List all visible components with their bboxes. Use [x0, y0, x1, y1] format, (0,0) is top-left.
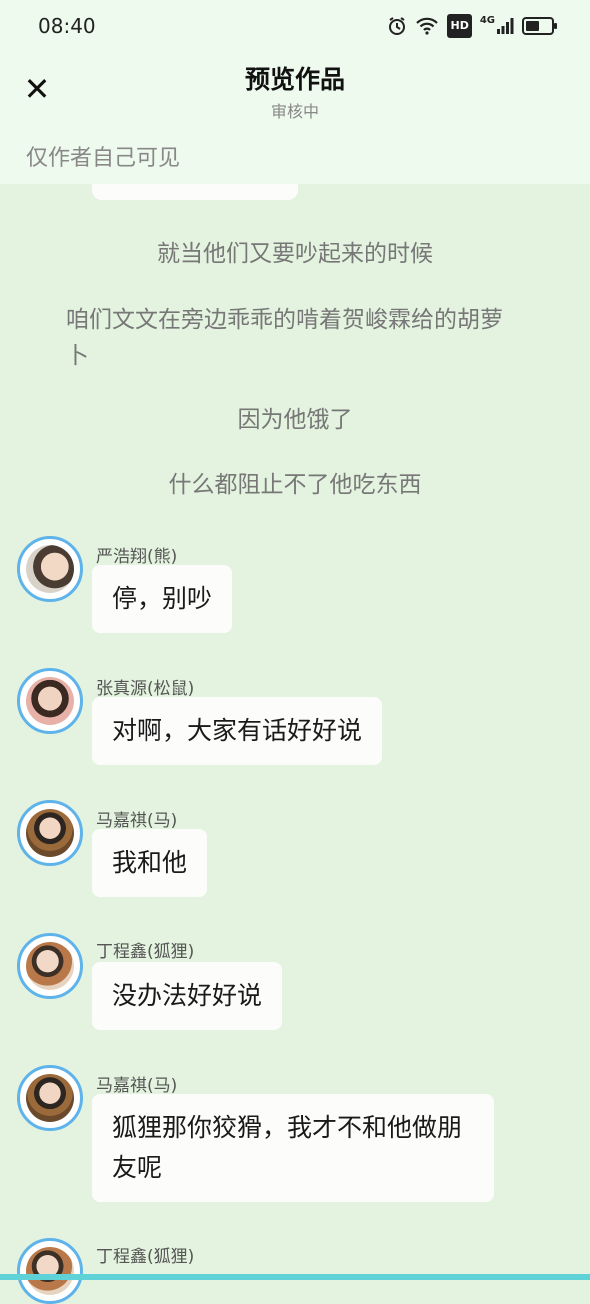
- message-bubble[interactable]: 停，别吵: [92, 565, 233, 633]
- message-bubble[interactable]: 狐狸那你狡猾，我才不和他做朋友呢: [92, 1094, 494, 1202]
- sender-name: 马嘉祺(马): [96, 1076, 178, 1096]
- sender-name: 张真源(松鼠): [96, 679, 195, 699]
- sender-name: 马嘉祺(马): [96, 811, 178, 831]
- avatar[interactable]: [17, 536, 83, 602]
- message-bubble[interactable]: 没办法好好说: [92, 962, 283, 1030]
- top-bar: 08:40 HD 4G ✕ 预览作品 审核中 仅作者自己可见: [0, 0, 590, 184]
- avatar[interactable]: [17, 933, 83, 999]
- status-time: 08:40: [38, 14, 96, 38]
- narration-line: 什么都阻止不了他吃东西: [168, 472, 422, 498]
- avatar[interactable]: [17, 668, 83, 734]
- bottom-indicator: [0, 1274, 590, 1280]
- review-status: 审核中: [270, 102, 319, 121]
- sender-name: 严浩翔(熊): [96, 547, 178, 567]
- hd-icon: HD: [447, 14, 472, 38]
- message-bubble[interactable]: 对啊，大家有话好好说: [92, 697, 383, 765]
- battery-icon: [522, 15, 557, 37]
- alarm-icon: [387, 15, 407, 37]
- sender-name: 丁程鑫(狐狸): [96, 942, 195, 962]
- avatar[interactable]: [17, 1238, 83, 1304]
- narration-line: 因为他饿了: [237, 407, 353, 433]
- avatar[interactable]: [17, 800, 83, 866]
- sender-name: 丁程鑫(狐狸): [96, 1247, 195, 1267]
- narration-line: 咱们文文在旁边乖乖的啃着贺峻霖给的胡萝卜: [66, 307, 503, 369]
- wifi-icon: [415, 15, 439, 37]
- signal-icon: 4G: [480, 15, 514, 37]
- page-title: 预览作品: [244, 65, 345, 94]
- avatar[interactable]: [17, 1065, 83, 1131]
- visibility-note: 仅作者自己可见: [26, 146, 181, 171]
- network-type: 4G: [479, 15, 495, 26]
- status-icons: HD 4G: [387, 14, 557, 38]
- narration-line: 就当他们又要吵起来的时候: [157, 241, 433, 267]
- message-bubble[interactable]: 我和他: [92, 829, 208, 897]
